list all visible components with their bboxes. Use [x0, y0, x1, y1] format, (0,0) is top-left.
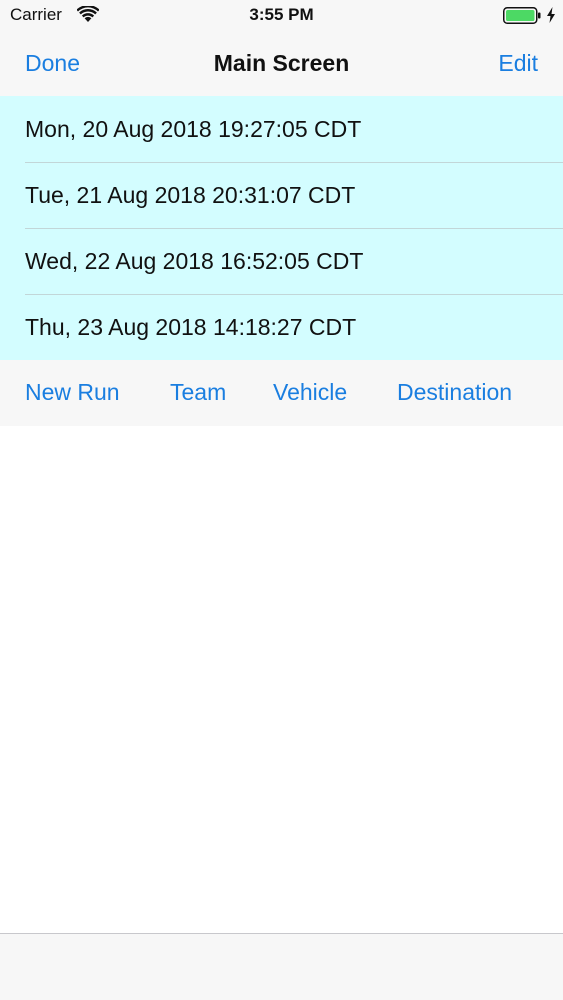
vehicle-button[interactable]: Vehicle — [273, 379, 347, 406]
edit-button[interactable]: Edit — [498, 50, 538, 77]
destination-button[interactable]: Destination — [397, 379, 512, 406]
status-bar: Carrier 3:55 PM — [0, 0, 563, 32]
list-item[interactable]: Thu, 23 Aug 2018 14:18:27 CDT — [0, 294, 563, 360]
navigation-bar: Done Main Screen Edit — [0, 32, 563, 96]
list-item[interactable]: Tue, 21 Aug 2018 20:31:07 CDT — [0, 162, 563, 228]
status-time: 3:55 PM — [249, 5, 314, 24]
page-title: Main Screen — [213, 50, 350, 76]
runs-list: Mon, 20 Aug 2018 19:27:05 CDT Tue, 21 Au… — [0, 96, 563, 360]
charging-bolt-icon — [547, 7, 555, 23]
bottom-toolbar — [0, 933, 563, 1000]
action-toolbar: New Run Team Vehicle Destination — [0, 360, 563, 426]
list-item[interactable]: Wed, 22 Aug 2018 16:52:05 CDT — [0, 228, 563, 294]
team-button[interactable]: Team — [170, 379, 226, 406]
battery-icon — [503, 7, 541, 24]
new-run-button[interactable]: New Run — [25, 379, 120, 406]
list-item[interactable]: Mon, 20 Aug 2018 19:27:05 CDT — [0, 96, 563, 162]
app-screen: Carrier 3:55 PM Done Main Screen Edit Mo… — [0, 0, 563, 1000]
